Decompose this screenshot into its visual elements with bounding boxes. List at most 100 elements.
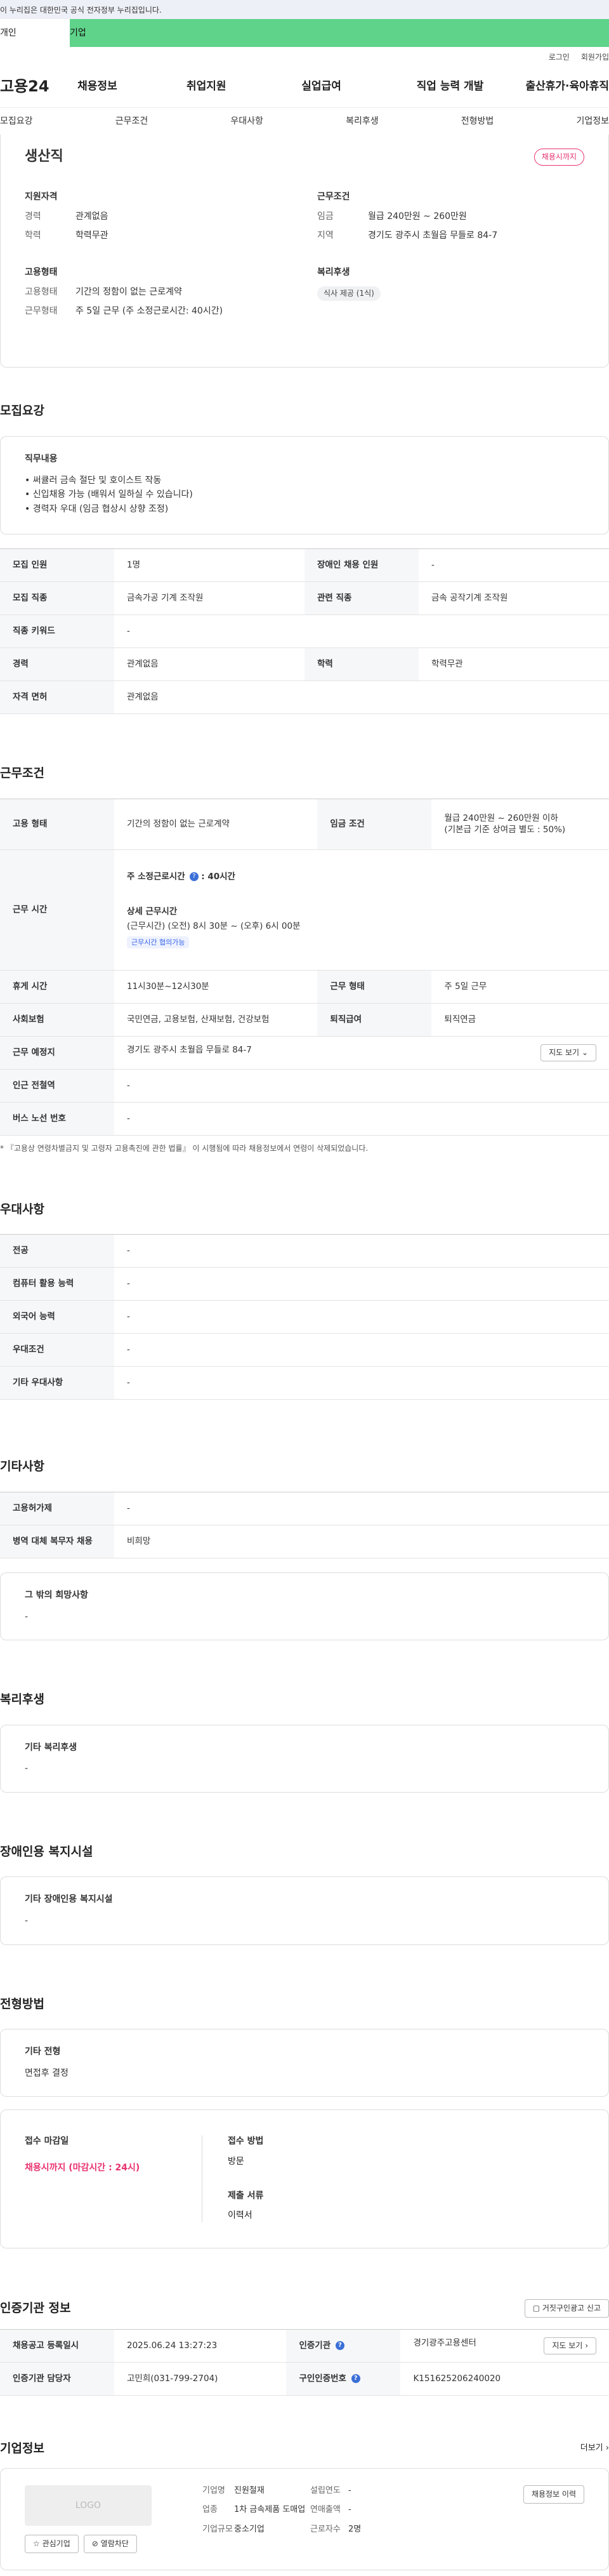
info-icon[interactable]: ? (351, 2374, 360, 2383)
age-notice: * 『고용상 연령차별금지 및 고령자 고용촉진에 관한 법률』 이 시행됨에 … (0, 1143, 369, 1153)
method-value: 방문 (228, 2156, 244, 2167)
wage-value: 월급 240만원 ~ 260만원 (368, 211, 467, 222)
favorite-company-button[interactable]: ☆ 관심기업 (25, 2535, 79, 2553)
work-type-label: 근무형태 (25, 305, 58, 316)
career-label: 경력 (25, 211, 41, 222)
site-logo[interactable]: 고용24 (0, 76, 77, 98)
tab-personal[interactable]: 개인 (0, 19, 70, 47)
table-row: 외국어 능력 - (0, 1300, 609, 1334)
row-label: 구인인증번호 ? (286, 2362, 401, 2396)
table-row: 고용허가제 - (0, 1492, 609, 1525)
row-label: 직종 키워드 (0, 614, 114, 649)
row-label: 채용공고 등록일시 (0, 2329, 114, 2363)
table-row: 병역 대체 복무자 채용 비희망 (0, 1525, 609, 1558)
table-row: 근무 예정지 경기도 광주시 초월읍 무들로 84-7 지도 보기 ⌄ (0, 1036, 609, 1070)
row-value: - (114, 1492, 609, 1525)
company-header: 기업정보 더보기 › (0, 2440, 609, 2457)
hours-negotiable-chip: 근무시간 협의가능 (127, 936, 190, 949)
selection-box: 기타 전형 면접후 결정 (0, 2029, 609, 2097)
table-row: 휴게 시간 11시30분~12시30분 근무 형태 주 5일 근무 (0, 970, 609, 1004)
row-label: 기타 우대사항 (0, 1366, 114, 1400)
row-label: 버스 노선 번호 (0, 1102, 114, 1136)
tab-work-conditions[interactable]: 근무조건 (115, 116, 148, 128)
deadline-value: 채용시까지 (마감시간 : 24시) (25, 2163, 140, 2174)
row-value: K151625206240020 (400, 2362, 609, 2396)
docs-value: 이력서 (228, 2210, 252, 2221)
job-summary-card: 생산직 채용시까지 지원자격 경력 관계없음 학력 학력무관 근무조건 임금 월급 2… (0, 135, 609, 368)
row-label: 모집 인원 (0, 548, 114, 583)
signup-link[interactable]: 회원가입 (581, 52, 609, 66)
map-button[interactable]: 지도 보기 ⌄ (540, 1044, 596, 1061)
employees-value: 2명 (348, 2524, 362, 2534)
info-icon[interactable]: ? (189, 872, 199, 882)
cert-table: 채용공고 등록일시 2025.06.24 13:27:23 인증기관 ? 경기광주고용… (0, 2328, 609, 2396)
employment-type-value: 기간의 정함이 없는 근로계약 (75, 287, 182, 298)
preferences-section-title: 우대사항 (0, 1202, 44, 1216)
row-value: 관계없음 (114, 647, 304, 682)
wage-cell: 월급 240만원 ~ 260만원 이하 (기본급 기준 상여금 별도 : 50%) (431, 799, 609, 850)
row-value: - (419, 548, 609, 583)
row-label: 휴게 시간 (0, 970, 114, 1004)
table-row: 근무 시간 주 소정근로시간 ? : 40시간 상세 근무시간 (근무시간) (… (0, 849, 609, 971)
row-label: 병역 대체 복무자 채용 (0, 1525, 114, 1558)
company-name-value: 진원철재 (234, 2486, 265, 2496)
info-icon[interactable]: ? (335, 2340, 344, 2350)
row-label: 근무 예정지 (0, 1036, 114, 1070)
job-history-button[interactable]: 채용정보 이력 (523, 2485, 584, 2504)
tab-selection[interactable]: 전형방법 (461, 116, 494, 128)
block-view-button[interactable]: ⊘ 열람차단 (83, 2535, 137, 2553)
row-value: - (114, 1300, 609, 1334)
row-value: - (114, 1333, 609, 1367)
report-button[interactable]: ▢ 거짓구인광고 신고 (524, 2299, 609, 2318)
row-label: 인증기관 ? (286, 2329, 401, 2363)
row-label: 자격 면허 (0, 681, 114, 715)
founded-label: 설립연도 (310, 2486, 341, 2496)
wage-bonus: (기본급 기준 상여금 별도 : 50%) (444, 825, 566, 835)
row-value: 금속가공 기계 조작원 (114, 581, 304, 616)
row-label: 학력 (304, 647, 419, 682)
section-tabs: 모집요강 근무조건 우대사항 복리후생 전형방법 기업정보 (0, 108, 609, 136)
main-nav: 고용24 채용정보 취업지원 실업급여 직업 능력 개발 출산휴가·육아휴직 (0, 66, 609, 108)
tab-preferences[interactable]: 우대사항 (230, 116, 263, 128)
selection-value: 면접후 결정 (25, 2068, 69, 2078)
nav-employment-support[interactable]: 취업지원 (187, 79, 301, 95)
chevron-right-icon: › (605, 2443, 609, 2453)
size-label: 기업규모 (202, 2524, 233, 2534)
row-label: 근무 형태 (317, 970, 432, 1004)
nav-parental-leave[interactable]: 출산휴가·육아휴직 (525, 79, 609, 95)
disability-box: 기타 장애인용 복지시설 - (0, 1876, 609, 1945)
row-label: 근무 시간 (0, 849, 114, 971)
other-wishes-heading: 그 밖의 희망사항 (25, 1590, 88, 1600)
company-section-title: 기업정보 (0, 2441, 44, 2455)
education-label: 학력 (25, 230, 41, 241)
nav-jobs[interactable]: 채용정보 (77, 79, 187, 95)
wage-label: 임금 (317, 211, 334, 222)
tab-welfare[interactable]: 복리후생 (346, 116, 379, 128)
tab-company-info[interactable]: 기업정보 (576, 116, 609, 128)
work-section-title: 근무조건 (0, 766, 44, 781)
conditions-group: 근무조건 임금 월급 240만원 ~ 260만원 지역 경기도 광주시 초월읍 무들… (317, 191, 584, 249)
nav-unemployment-benefit[interactable]: 실업급여 (301, 79, 416, 95)
welfare-heading: 복리후생 (317, 267, 350, 277)
nav-vocational-training[interactable]: 직업 능력 개발 (417, 79, 526, 95)
org-map-button[interactable]: 지도 보기 › (544, 2337, 596, 2354)
disability-heading: 기타 장애인용 복지시설 (25, 1894, 113, 1905)
place-cell: 경기도 광주시 초월읍 무들로 84-7 지도 보기 ⌄ (114, 1036, 609, 1070)
chevron-right-icon: › (585, 2340, 588, 2350)
tab-recruit[interactable]: 모집요강 (0, 116, 33, 128)
welfare-other-value: - (25, 1763, 29, 1774)
hours-cell: 주 소정근로시간 ? : 40시간 상세 근무시간 (근무시간) (오전) 8시… (114, 849, 609, 971)
tab-company[interactable]: 기업 (70, 19, 609, 47)
work-type-value: 주 5일 근무 (주 소정근로시간: 40시간) (75, 305, 223, 316)
more-link[interactable]: 더보기 › (580, 2443, 609, 2454)
chevron-down-icon: ⌄ (581, 1048, 588, 1058)
location-value: 경기도 광주시 초월읍 무들로 84-7 (368, 230, 498, 241)
method-label: 접수 방법 (228, 2136, 264, 2147)
table-row: 모집 인원 1명 장애인 채용 인원 - (0, 548, 609, 583)
login-link[interactable]: 로그인 (549, 52, 570, 66)
detail-hours-value: (근무시간) (오전) 8시 30분 ~ (오후) 6시 00분 (127, 921, 301, 932)
welfare-chip: 식사 제공 (1식) (317, 286, 381, 301)
user-type-tabs: 개인 기업 (0, 19, 609, 47)
cert-header: 인증기관 정보 ▢ 거짓구인광고 신고 (0, 2299, 609, 2318)
employment-group: 고용형태 고용형태 기간의 정함이 없는 근로계약 근무형태 주 5일 근무 (주 … (25, 267, 292, 324)
